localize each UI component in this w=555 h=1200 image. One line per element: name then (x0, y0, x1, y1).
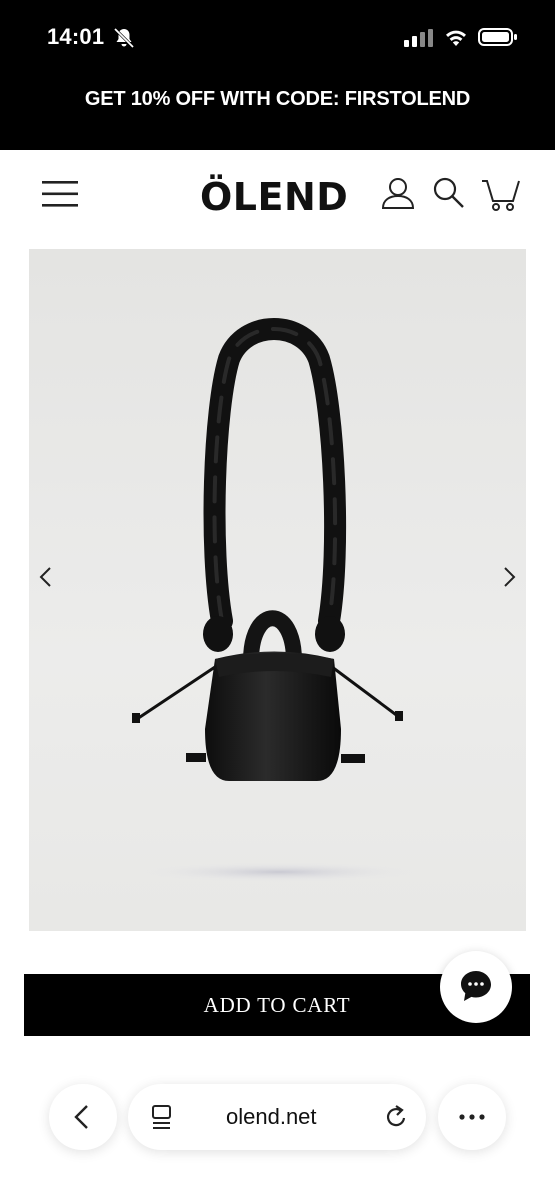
url-text[interactable]: olend.net (226, 1104, 317, 1130)
wifi-icon (446, 30, 466, 46)
tabs-icon[interactable] (150, 1104, 174, 1130)
search-icon[interactable] (431, 176, 465, 210)
chat-bubble-icon[interactable] (458, 968, 494, 1004)
bell-muted-icon (113, 27, 135, 49)
more-dots-icon[interactable] (457, 1108, 487, 1126)
account-icon[interactable] (381, 176, 415, 210)
battery-icon (478, 28, 517, 46)
status-bar: 14:01 (0, 0, 555, 72)
bag-illustration (132, 318, 419, 882)
chevron-left-icon[interactable] (36, 565, 56, 589)
chevron-right-icon[interactable] (499, 565, 519, 589)
promo-banner[interactable]: GET 10% OFF WITH CODE: FIRSTOLEND (0, 88, 555, 111)
site-logo[interactable]: ÖLEND (200, 175, 348, 219)
cellular-signal-icon (404, 29, 433, 47)
product-image[interactable] (29, 249, 526, 931)
back-arrow-icon[interactable] (70, 1104, 94, 1130)
menu-icon[interactable] (42, 180, 78, 208)
cart-icon[interactable] (481, 176, 521, 212)
reload-icon[interactable] (383, 1104, 409, 1130)
status-time: 14:01 (47, 24, 105, 49)
